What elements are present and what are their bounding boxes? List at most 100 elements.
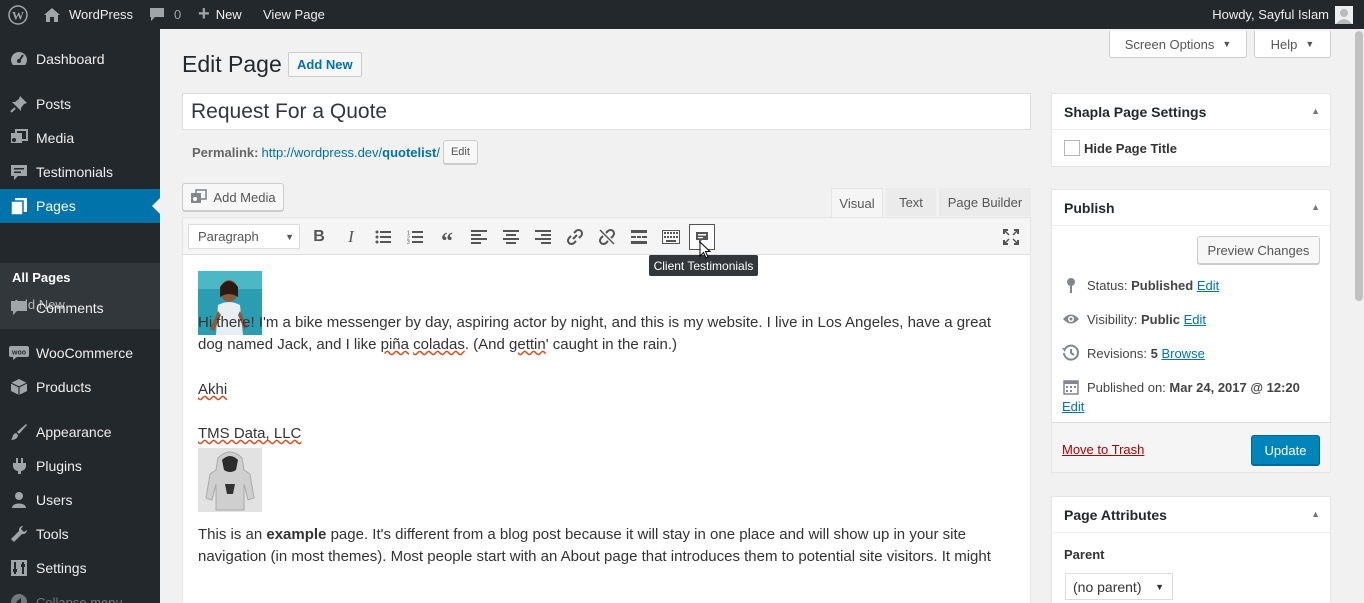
collapse-arrow-icon[interactable]: ▲ bbox=[1311, 509, 1320, 519]
sidebar-lower: Comments woo WooCommerce Products Appear… bbox=[0, 300, 160, 603]
remove-link-button[interactable] bbox=[594, 224, 620, 250]
format-select-value: Paragraph bbox=[198, 229, 259, 244]
collapse-arrow-icon[interactable]: ▲ bbox=[1311, 106, 1320, 116]
numbered-list-button[interactable]: 123 bbox=[402, 224, 428, 250]
align-right-button[interactable] bbox=[530, 224, 556, 250]
align-center-button[interactable] bbox=[498, 224, 524, 250]
publish-header[interactable]: Publish ▲ bbox=[1052, 190, 1330, 226]
menu-item-tools[interactable]: Tools bbox=[0, 517, 160, 551]
publish-box: Publish ▲ Preview Changes Status: Publis… bbox=[1051, 189, 1331, 473]
menu-item-settings[interactable]: Settings bbox=[0, 551, 160, 585]
publish-title: Publish bbox=[1064, 199, 1115, 216]
misspelled-word: Akhi bbox=[198, 381, 228, 398]
permalink-base: http://wordpress.dev/ bbox=[261, 144, 383, 160]
italic-button[interactable]: I bbox=[338, 224, 364, 250]
align-left-button[interactable] bbox=[466, 224, 492, 250]
menu-label: Products bbox=[36, 379, 92, 395]
hide-title-row: Hide Page Title bbox=[1064, 140, 1177, 156]
visibility-label: Visibility: bbox=[1087, 311, 1138, 327]
caret-down-icon: ▼ bbox=[285, 231, 294, 242]
menu-item-woocommerce[interactable]: woo WooCommerce bbox=[0, 336, 160, 370]
tab-page-builder[interactable]: Page Builder bbox=[939, 188, 1031, 216]
content-author-name[interactable]: Akhi bbox=[198, 379, 227, 401]
users-icon bbox=[9, 490, 29, 510]
wordpress-logo-icon[interactable]: W bbox=[8, 0, 28, 29]
preview-changes-button[interactable]: Preview Changes bbox=[1197, 236, 1320, 264]
toolbar-toggle-button[interactable] bbox=[658, 224, 684, 250]
menu-item-posts[interactable]: Posts bbox=[0, 87, 160, 121]
svg-text:woo: woo bbox=[11, 350, 26, 357]
status-row: Status: Published Edit bbox=[1062, 276, 1219, 294]
menu-item-testimonials[interactable]: Testimonials bbox=[0, 155, 160, 189]
misspelled-word: piña bbox=[380, 336, 409, 353]
add-new-page-button[interactable]: Add New bbox=[288, 52, 362, 77]
parent-select[interactable]: (no parent) ▼ bbox=[1065, 573, 1173, 600]
visibility-edit-link[interactable]: Edit bbox=[1184, 312, 1206, 327]
screen-options-button[interactable]: Screen Options ▼ bbox=[1109, 31, 1247, 58]
menu-item-users[interactable]: Users bbox=[0, 483, 160, 517]
fullscreen-button[interactable] bbox=[998, 224, 1024, 250]
menu-label: Comments bbox=[36, 300, 104, 316]
submenu-all-pages[interactable]: All Pages bbox=[12, 270, 71, 285]
menu-item-products[interactable]: Products bbox=[0, 370, 160, 404]
bold-button[interactable]: B bbox=[306, 224, 332, 250]
update-button[interactable]: Update bbox=[1251, 435, 1320, 465]
permalink-link[interactable]: http://wordpress.dev/quotelist/ bbox=[261, 145, 439, 160]
unlink-icon bbox=[598, 228, 616, 246]
bullet-list-button[interactable] bbox=[370, 224, 396, 250]
permalink-slug: quotelist bbox=[382, 144, 437, 160]
menu-label: Settings bbox=[36, 560, 87, 576]
revisions-row: Revisions: 5 Browse bbox=[1062, 344, 1205, 362]
keyboard-icon bbox=[662, 230, 680, 244]
fullscreen-icon bbox=[1003, 229, 1019, 245]
shapla-header[interactable]: Shapla Page Settings ▲ bbox=[1052, 94, 1330, 130]
hoodie-image[interactable] bbox=[198, 448, 262, 512]
tab-visual[interactable]: Visual bbox=[831, 188, 883, 217]
tab-text[interactable]: Text bbox=[886, 188, 936, 216]
pin-icon bbox=[1062, 276, 1080, 294]
new-content-link[interactable]: + New bbox=[198, 0, 242, 29]
menu-item-dashboard[interactable]: Dashboard bbox=[0, 42, 160, 76]
content-company[interactable]: TMS Data, LLC bbox=[198, 423, 301, 445]
menu-item-plugins[interactable]: Plugins bbox=[0, 449, 160, 483]
help-button[interactable]: Help ▼ bbox=[1254, 31, 1331, 58]
menu-item-pages[interactable]: Pages bbox=[0, 189, 160, 223]
shapla-title: Shapla Page Settings bbox=[1064, 103, 1207, 120]
format-select[interactable]: Paragraph ▼ bbox=[188, 224, 300, 249]
view-page-link[interactable]: View Page bbox=[263, 0, 325, 29]
insert-link-button[interactable] bbox=[562, 224, 588, 250]
collapse-arrow-icon[interactable]: ▲ bbox=[1311, 202, 1320, 212]
user-account-menu[interactable]: Howdy, Sayful Islam bbox=[1212, 0, 1353, 29]
visibility-value: Public bbox=[1140, 311, 1180, 327]
hide-title-checkbox[interactable] bbox=[1064, 140, 1080, 156]
parent-label: Parent bbox=[1064, 547, 1105, 562]
content-paragraph-1[interactable]: Hi there! I'm a bike messenger by day, a… bbox=[198, 312, 1008, 356]
page-attributes-header[interactable]: Page Attributes ▲ bbox=[1052, 497, 1330, 533]
content-paragraph-2[interactable]: This is an example page. It's different … bbox=[198, 524, 1008, 568]
home-icon bbox=[44, 7, 60, 22]
revisions-browse-link[interactable]: Browse bbox=[1161, 346, 1204, 361]
menu-item-media[interactable]: Media bbox=[0, 121, 160, 155]
page-scrollbar[interactable] bbox=[1353, 29, 1364, 603]
move-to-trash-link[interactable]: Move to Trash bbox=[1062, 442, 1144, 457]
read-more-button[interactable] bbox=[626, 224, 652, 250]
editor-box: Paragraph ▼ B I 123 “ Client Testimonial… bbox=[182, 217, 1031, 603]
comments-link[interactable]: 0 bbox=[149, 0, 181, 29]
add-media-button[interactable]: Add Media bbox=[182, 183, 284, 211]
blockquote-button[interactable]: “ bbox=[434, 224, 460, 255]
published-on-edit-link[interactable]: Edit bbox=[1062, 399, 1084, 414]
text-run: This is an bbox=[198, 526, 267, 543]
title-input[interactable] bbox=[182, 93, 1031, 130]
add-media-label: Add Media bbox=[213, 189, 276, 205]
collapse-menu-button[interactable]: Collapse menu bbox=[0, 585, 160, 603]
menu-item-comments[interactable]: Comments bbox=[0, 291, 160, 325]
permalink-edit-button[interactable]: Edit bbox=[442, 140, 478, 164]
scrollbar-thumb[interactable] bbox=[1355, 31, 1363, 301]
revisions-value: 5 bbox=[1150, 345, 1158, 361]
site-name-link[interactable]: WordPress bbox=[43, 0, 133, 29]
parent-select-value: (no parent) bbox=[1073, 578, 1142, 595]
revisions-label: Revisions: bbox=[1087, 345, 1147, 361]
status-edit-link[interactable]: Edit bbox=[1197, 278, 1219, 293]
menu-item-appearance[interactable]: Appearance bbox=[0, 415, 160, 449]
align-left-icon bbox=[471, 230, 487, 244]
